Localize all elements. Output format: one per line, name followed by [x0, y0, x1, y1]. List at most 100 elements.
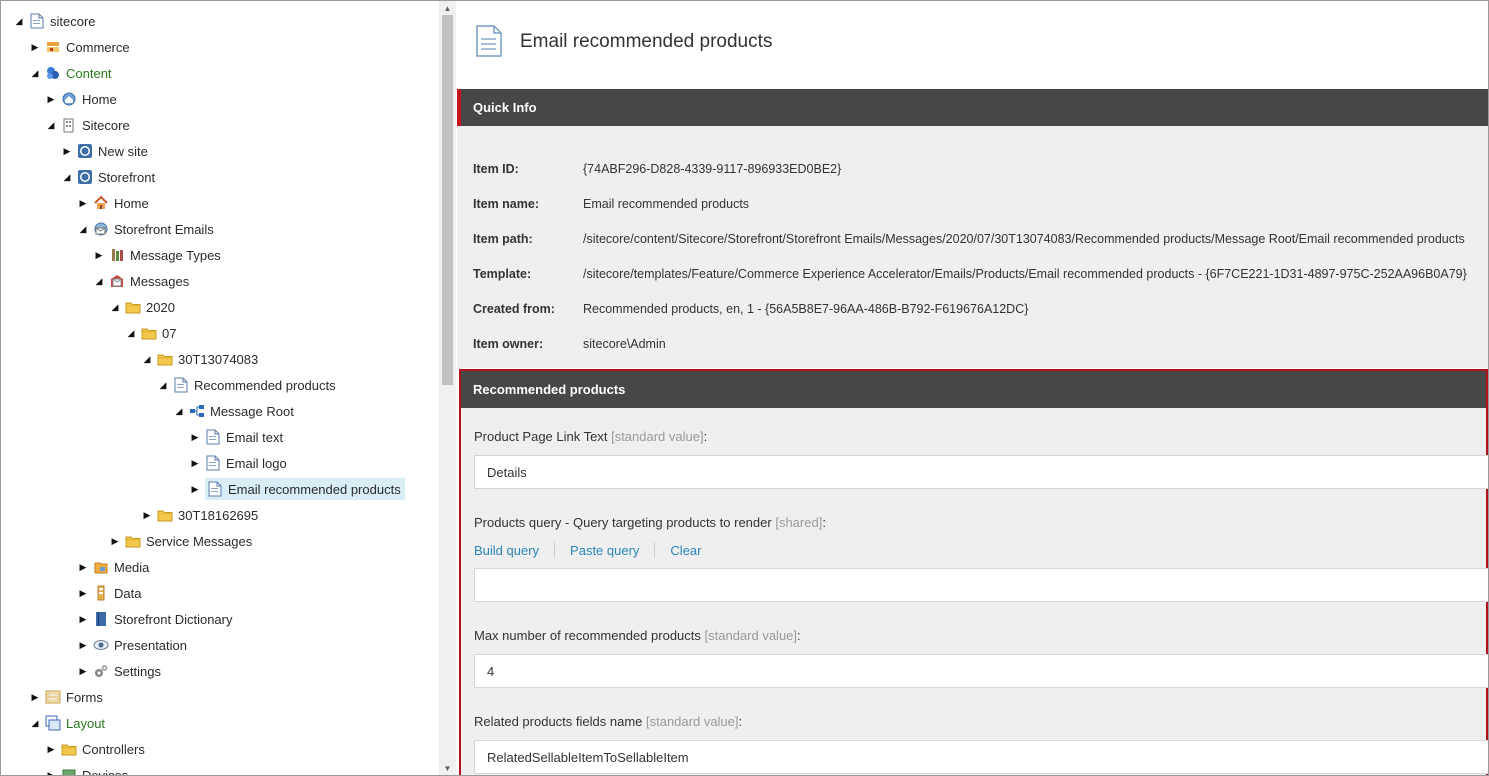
collapse-arrow-icon[interactable]: ◢ [29, 712, 41, 734]
tree-node-07[interactable]: ◢ 07 [125, 322, 180, 344]
collapse-arrow-icon[interactable]: ◢ [173, 400, 185, 422]
expand-arrow-icon[interactable]: ▶ [93, 244, 105, 266]
tree-node-storefront-emails[interactable]: ◢ Storefront Emails [77, 218, 218, 240]
tree-node-commerce[interactable]: ▶ Commerce [29, 36, 134, 58]
max-recommended-input[interactable] [474, 654, 1488, 688]
tree-node-service-messages[interactable]: ▶ Service Messages [109, 530, 256, 552]
collapse-arrow-icon[interactable]: ◢ [13, 10, 25, 32]
content-tree: ◢ sitecore ▶ Commerce ◢ Content ▶ Home ◢ [1, 1, 439, 775]
expand-arrow-icon[interactable]: ▶ [77, 192, 89, 214]
quick-info-header[interactable]: Quick Info [457, 89, 1488, 126]
collapse-arrow-icon[interactable]: ◢ [45, 114, 57, 136]
tree-node-email-recommended-products[interactable]: ▶ Email recommended products [189, 478, 405, 500]
tree-node-devices[interactable]: ▶ Devices [45, 764, 132, 775]
collapse-arrow-icon[interactable]: ◢ [93, 270, 105, 292]
tree-node-storefront-home[interactable]: ▶ Home [77, 192, 153, 214]
scroll-down-icon[interactable]: ▼ [439, 761, 456, 775]
tree-node-label: Sitecore [82, 117, 130, 133]
expand-arrow-icon[interactable]: ▶ [189, 426, 201, 448]
document-icon [207, 481, 223, 497]
tree-node-label: Presentation [114, 637, 187, 653]
tree-node-email-logo[interactable]: ▶ Email logo [189, 452, 291, 474]
collapse-arrow-icon[interactable]: ◢ [29, 62, 41, 84]
expand-arrow-icon[interactable]: ▶ [77, 582, 89, 604]
selected-highlight[interactable]: Email recommended products [205, 478, 405, 500]
tree-node-recommended-products[interactable]: ◢ Recommended products [157, 374, 340, 396]
tree-node-forms[interactable]: ▶ Forms [29, 686, 107, 708]
tree-node-settings[interactable]: ▶ Settings [77, 660, 165, 682]
quick-info-panel: Item ID: {74ABF296-D828-4339-9117-896933… [457, 126, 1488, 368]
quick-info-row-item-owner: Item owner: sitecore\Admin [473, 334, 666, 354]
tree-node-label: Content [66, 65, 112, 81]
tree-node-label: Email text [226, 429, 284, 445]
scroll-up-icon[interactable]: ▲ [439, 1, 456, 15]
collapse-arrow-icon[interactable]: ◢ [125, 322, 137, 344]
message-types-icon [109, 247, 125, 263]
related-products-fields-input[interactable] [474, 740, 1488, 774]
expand-arrow-icon[interactable]: ▶ [45, 88, 57, 110]
tree-node-message-root[interactable]: ◢ Message Root [173, 400, 298, 422]
document-icon [205, 429, 221, 445]
products-query-input[interactable] [474, 568, 1488, 602]
tree-node-new-site[interactable]: ▶ New site [61, 140, 152, 162]
tree-node-media[interactable]: ▶ Media [77, 556, 153, 578]
quick-info-value: sitecore\Admin [583, 337, 666, 351]
expand-arrow-icon[interactable]: ▶ [77, 556, 89, 578]
collapse-arrow-icon[interactable]: ◢ [109, 296, 121, 318]
tree-node-label: Email recommended products [228, 481, 401, 497]
tree-node-label: Message Root [210, 403, 294, 419]
expand-arrow-icon[interactable]: ▶ [189, 452, 201, 474]
expand-arrow-icon[interactable]: ▶ [77, 608, 89, 630]
expand-arrow-icon[interactable]: ▶ [29, 686, 41, 708]
expand-arrow-icon[interactable]: ▶ [77, 634, 89, 656]
build-query-link[interactable]: Build query [474, 543, 539, 558]
expand-arrow-icon[interactable]: ▶ [189, 478, 201, 500]
tree-node-message-types[interactable]: ▶ Message Types [93, 244, 225, 266]
tree-node-sitecore-site[interactable]: ◢ Sitecore [45, 114, 134, 136]
tree-node-label: 30T18162695 [178, 507, 259, 523]
expand-arrow-icon[interactable]: ▶ [109, 530, 121, 552]
collapse-arrow-icon[interactable]: ◢ [157, 374, 169, 396]
document-icon [205, 455, 221, 471]
content-editor: Email recommended products Quick Info It… [457, 1, 1488, 775]
tree-node-messages[interactable]: ◢ Messages [93, 270, 193, 292]
tree-node-label: Home [114, 195, 149, 211]
quick-info-key: Item ID: [473, 162, 519, 176]
tree-node-storefront[interactable]: ◢ Storefront [61, 166, 159, 188]
tree-node-2020[interactable]: ◢ 2020 [109, 296, 179, 318]
quick-info-value: /sitecore/templates/Feature/Commerce Exp… [583, 267, 1467, 281]
scrollbar-thumb[interactable] [442, 15, 453, 385]
eye-icon [93, 637, 109, 653]
tree-node-email-text[interactable]: ▶ Email text [189, 426, 287, 448]
tree-node-storefront-dictionary[interactable]: ▶ Storefront Dictionary [77, 608, 237, 630]
layout-icon [45, 715, 61, 731]
expand-arrow-icon[interactable]: ▶ [45, 738, 57, 760]
tree-node-data[interactable]: ▶ Data [77, 582, 145, 604]
expand-arrow-icon[interactable]: ▶ [45, 764, 57, 776]
expand-arrow-icon[interactable]: ▶ [141, 504, 153, 526]
tree-node-home[interactable]: ▶ Home [45, 88, 121, 110]
quick-info-row-item-path: Item path: /sitecore/content/Sitecore/St… [473, 229, 1465, 249]
product-page-link-text-input[interactable] [474, 455, 1488, 489]
tree-node-label: 07 [162, 325, 177, 341]
field-label-colon: : [822, 515, 826, 530]
clear-query-link[interactable]: Clear [670, 543, 701, 558]
collapse-arrow-icon[interactable]: ◢ [77, 218, 89, 240]
tree-node-30t13074083[interactable]: ◢ 30T13074083 [141, 348, 262, 370]
tree-node-sitecore[interactable]: ◢ sitecore [13, 10, 100, 32]
tree-node-layout[interactable]: ◢ Layout [29, 712, 109, 734]
tree-node-label: Media [114, 559, 150, 575]
tree-scrollbar[interactable]: ▲ ▼ [439, 1, 456, 775]
expand-arrow-icon[interactable]: ▶ [29, 36, 41, 58]
tree-node-30t18162695[interactable]: ▶ 30T18162695 [141, 504, 262, 526]
folder-icon [125, 533, 141, 549]
tree-node-presentation[interactable]: ▶ Presentation [77, 634, 191, 656]
paste-query-link[interactable]: Paste query [570, 543, 639, 558]
expand-arrow-icon[interactable]: ▶ [77, 660, 89, 682]
collapse-arrow-icon[interactable]: ◢ [61, 166, 73, 188]
recommended-products-header[interactable]: Recommended products [461, 371, 1486, 408]
expand-arrow-icon[interactable]: ▶ [61, 140, 73, 162]
collapse-arrow-icon[interactable]: ◢ [141, 348, 153, 370]
tree-node-controllers[interactable]: ▶ Controllers [45, 738, 149, 760]
tree-node-content[interactable]: ◢ Content [29, 62, 116, 84]
